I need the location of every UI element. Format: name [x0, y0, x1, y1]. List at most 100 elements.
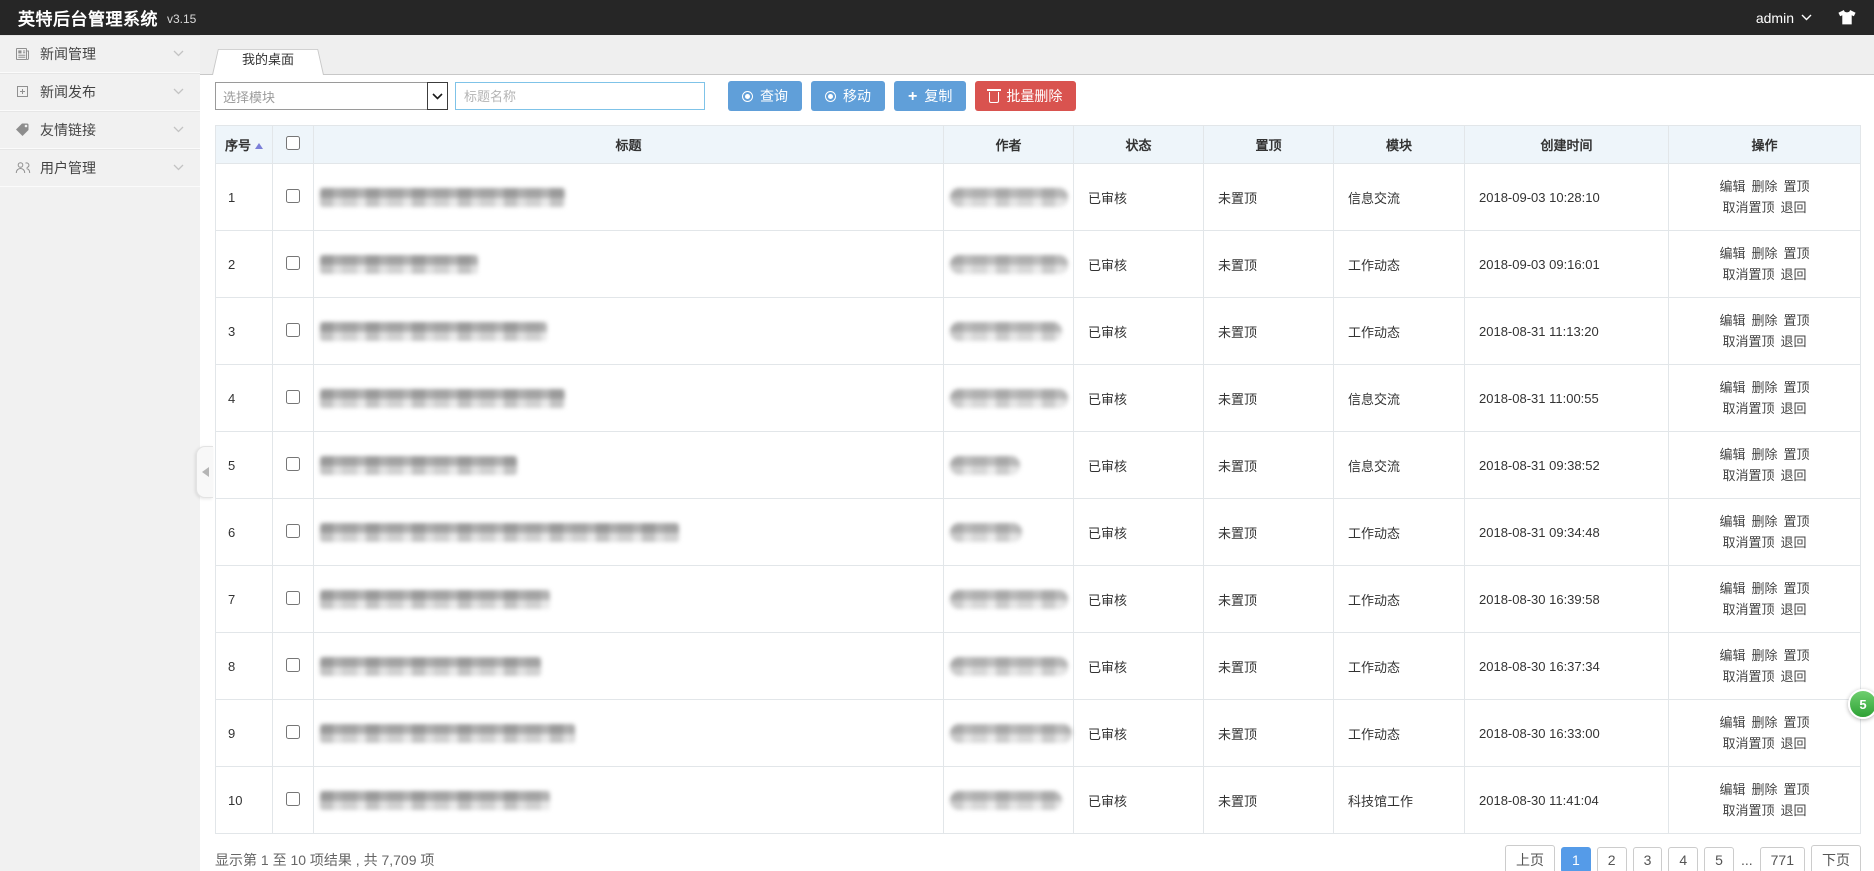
- action-unpin[interactable]: 取消置顶: [1722, 803, 1774, 818]
- action-delete[interactable]: 删除: [1751, 447, 1777, 462]
- page-1[interactable]: 1: [1561, 847, 1591, 871]
- action-pin[interactable]: 置顶: [1784, 380, 1810, 395]
- action-unpin[interactable]: 取消置顶: [1722, 602, 1774, 617]
- action-delete[interactable]: 删除: [1751, 581, 1777, 596]
- row-checkbox[interactable]: [286, 524, 300, 538]
- pin-status-cell: 未置顶: [1204, 700, 1334, 767]
- page-2[interactable]: 2: [1597, 847, 1627, 871]
- action-return[interactable]: 退回: [1781, 200, 1807, 215]
- author-redacted: [950, 791, 1062, 810]
- action-pin[interactable]: 置顶: [1784, 782, 1810, 797]
- action-return[interactable]: 退回: [1781, 468, 1807, 483]
- row-checkbox[interactable]: [286, 256, 300, 270]
- page-3[interactable]: 3: [1633, 847, 1663, 871]
- action-unpin[interactable]: 取消置顶: [1722, 736, 1774, 751]
- action-edit[interactable]: 编辑: [1719, 179, 1745, 194]
- action-pin[interactable]: 置顶: [1784, 179, 1810, 194]
- action-pin[interactable]: 置顶: [1784, 447, 1810, 462]
- action-delete[interactable]: 删除: [1751, 179, 1777, 194]
- select-all-checkbox[interactable]: [286, 136, 300, 150]
- action-edit[interactable]: 编辑: [1719, 514, 1745, 529]
- action-pin[interactable]: 置顶: [1784, 581, 1810, 596]
- move-button[interactable]: 移动: [811, 81, 885, 111]
- tab-my-desktop[interactable]: 我的桌面: [212, 46, 324, 74]
- action-edit[interactable]: 编辑: [1719, 782, 1745, 797]
- row-checkbox[interactable]: [286, 323, 300, 337]
- action-pin[interactable]: 置顶: [1784, 246, 1810, 261]
- table-row: 10 已审核 未置顶 科技馆工作 2018-08-30 11:41:04 编辑删…: [216, 767, 1861, 834]
- page-上页[interactable]: 上页: [1505, 845, 1555, 871]
- action-return[interactable]: 退回: [1781, 736, 1807, 751]
- action-edit[interactable]: 编辑: [1719, 380, 1745, 395]
- action-pin[interactable]: 置顶: [1784, 514, 1810, 529]
- action-unpin[interactable]: 取消置顶: [1722, 468, 1774, 483]
- row-number: 10: [216, 767, 273, 834]
- action-return[interactable]: 退回: [1781, 267, 1807, 282]
- user-menu[interactable]: admin: [1756, 10, 1812, 26]
- button-label: 查询: [760, 86, 788, 106]
- action-unpin[interactable]: 取消置顶: [1722, 200, 1774, 215]
- sidebar-item-user-manage[interactable]: 用户管理: [0, 149, 200, 187]
- actions-cell: 编辑删除置顶 取消置顶退回: [1669, 767, 1861, 834]
- action-delete[interactable]: 删除: [1751, 514, 1777, 529]
- module-select[interactable]: 选择模块: [215, 82, 448, 110]
- action-edit[interactable]: 编辑: [1719, 246, 1745, 261]
- sidebar-item-label: 用户管理: [40, 158, 96, 178]
- action-return[interactable]: 退回: [1781, 334, 1807, 349]
- action-pin[interactable]: 置顶: [1784, 313, 1810, 328]
- row-checkbox[interactable]: [286, 591, 300, 605]
- title-search-input[interactable]: [455, 82, 705, 110]
- action-return[interactable]: 退回: [1781, 602, 1807, 617]
- action-return[interactable]: 退回: [1781, 401, 1807, 416]
- status-cell: 已审核: [1074, 298, 1204, 365]
- action-delete[interactable]: 删除: [1751, 246, 1777, 261]
- action-return[interactable]: 退回: [1781, 803, 1807, 818]
- row-checkbox[interactable]: [286, 658, 300, 672]
- sidebar-item-news-manage[interactable]: 新闻管理: [0, 35, 200, 73]
- action-edit[interactable]: 编辑: [1719, 648, 1745, 663]
- sidebar-item-news-publish[interactable]: 新闻发布: [0, 73, 200, 111]
- action-delete[interactable]: 删除: [1751, 380, 1777, 395]
- action-unpin[interactable]: 取消置顶: [1722, 535, 1774, 550]
- row-checkbox[interactable]: [286, 189, 300, 203]
- skin-theme-button[interactable]: [1838, 10, 1856, 25]
- row-checkbox[interactable]: [286, 792, 300, 806]
- action-unpin[interactable]: 取消置顶: [1722, 401, 1774, 416]
- action-edit[interactable]: 编辑: [1719, 447, 1745, 462]
- page-771[interactable]: 771: [1760, 847, 1805, 871]
- page-下页[interactable]: 下页: [1811, 845, 1861, 871]
- row-checkbox[interactable]: [286, 725, 300, 739]
- module-select-placeholder: 选择模块: [216, 87, 427, 106]
- action-delete[interactable]: 删除: [1751, 782, 1777, 797]
- action-unpin[interactable]: 取消置顶: [1722, 669, 1774, 684]
- status-cell: 已审核: [1074, 365, 1204, 432]
- page-5[interactable]: 5: [1704, 847, 1734, 871]
- created-time-cell: 2018-08-31 11:13:20: [1465, 298, 1669, 365]
- action-return[interactable]: 退回: [1781, 669, 1807, 684]
- row-checkbox[interactable]: [286, 390, 300, 404]
- floating-badge[interactable]: 5: [1848, 689, 1874, 719]
- filter-toolbar: 选择模块 查询 移动 复制: [200, 75, 1874, 117]
- action-delete[interactable]: 删除: [1751, 715, 1777, 730]
- page-4[interactable]: 4: [1668, 847, 1698, 871]
- action-unpin[interactable]: 取消置顶: [1722, 334, 1774, 349]
- action-pin[interactable]: 置顶: [1784, 648, 1810, 663]
- query-button[interactable]: 查询: [728, 81, 802, 111]
- row-number: 9: [216, 700, 273, 767]
- sidebar-collapse-handle[interactable]: [196, 446, 213, 498]
- action-return[interactable]: 退回: [1781, 535, 1807, 550]
- action-edit[interactable]: 编辑: [1719, 715, 1745, 730]
- action-delete[interactable]: 删除: [1751, 313, 1777, 328]
- action-edit[interactable]: 编辑: [1719, 581, 1745, 596]
- action-edit[interactable]: 编辑: [1719, 313, 1745, 328]
- action-delete[interactable]: 删除: [1751, 648, 1777, 663]
- row-checkbox[interactable]: [286, 457, 300, 471]
- sidebar-item-friend-links[interactable]: 友情链接: [0, 111, 200, 149]
- column-header-no[interactable]: 序号: [216, 126, 273, 164]
- action-unpin[interactable]: 取消置顶: [1722, 267, 1774, 282]
- actions-cell: 编辑删除置顶 取消置顶退回: [1669, 432, 1861, 499]
- action-pin[interactable]: 置顶: [1784, 715, 1810, 730]
- batch-delete-button[interactable]: 批量删除: [975, 81, 1076, 111]
- copy-button[interactable]: 复制: [894, 81, 966, 111]
- author-redacted: [950, 724, 1072, 743]
